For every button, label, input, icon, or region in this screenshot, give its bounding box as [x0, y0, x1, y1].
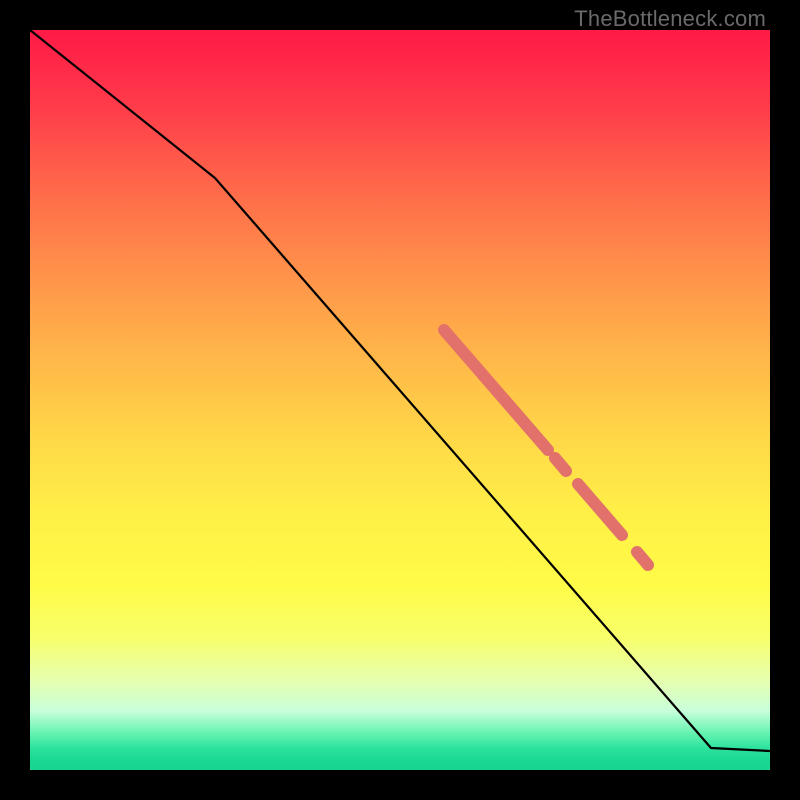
highlight-segment — [578, 484, 622, 535]
highlight-segment — [555, 458, 566, 471]
highlight-segment — [444, 330, 548, 450]
chart-stage: TheBottleneck.com — [0, 0, 800, 800]
chart-line — [30, 30, 770, 751]
plot-area — [30, 30, 770, 770]
highlight-segment — [637, 552, 648, 565]
watermark-text: TheBottleneck.com — [574, 6, 766, 32]
chart-svg — [30, 30, 770, 770]
chart-highlight-group — [444, 330, 648, 565]
